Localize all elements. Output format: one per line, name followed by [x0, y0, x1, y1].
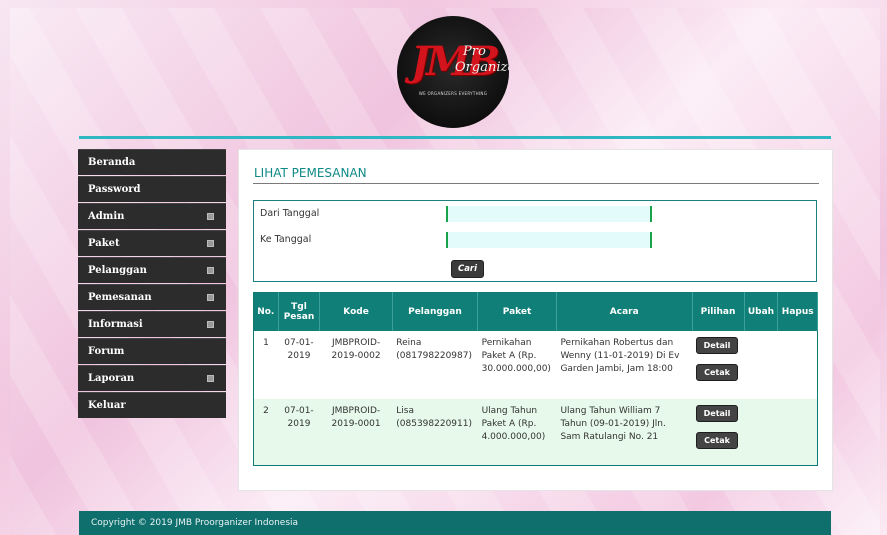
- column-header-acara: Acara: [556, 292, 693, 331]
- column-header-paket: Paket: [477, 292, 557, 331]
- title-divider: [253, 183, 819, 184]
- detail-button[interactable]: Detail: [696, 337, 739, 354]
- cetak-button[interactable]: Cetak: [696, 364, 739, 381]
- main-panel: LIHAT PEMESANAN Dari Tanggal Ke Tanggal …: [238, 149, 833, 491]
- cell-pilihan: Detail Cetak: [692, 399, 744, 466]
- table-row: 2 07-01-2019 JMBPROID-2019-0001 Lisa (08…: [253, 399, 818, 466]
- sidebar-item-keluar[interactable]: Keluar: [78, 392, 226, 418]
- column-header-kode: Kode: [319, 292, 393, 331]
- cell-pelanggan: Lisa (085398220911): [392, 399, 478, 466]
- column-header-hapus: Hapus: [777, 292, 818, 331]
- sidebar-item-label: Laporan: [88, 373, 135, 384]
- sidebar-item-beranda[interactable]: Beranda: [78, 149, 226, 175]
- sidebar-item-label: Admin: [88, 211, 125, 222]
- table-header-row: No. Tgl Pesan Kode Pelanggan Paket Acara…: [253, 292, 818, 331]
- sidebar-item-label: Beranda: [88, 157, 136, 168]
- column-header-pelanggan: Pelanggan: [392, 292, 479, 331]
- orders-table: No. Tgl Pesan Kode Pelanggan Paket Acara…: [253, 292, 818, 466]
- column-header-no: No.: [253, 292, 279, 331]
- submenu-arrow-icon: [207, 240, 214, 247]
- cell-tgl-pesan: 07-01-2019: [278, 331, 320, 399]
- page-title: LIHAT PEMESANAN: [254, 166, 367, 180]
- sidebar-item-informasi[interactable]: Informasi: [78, 311, 226, 337]
- sidebar-item-paket[interactable]: Paket: [78, 230, 226, 256]
- cetak-button[interactable]: Cetak: [696, 432, 739, 449]
- date-filter-form: Dari Tanggal Ke Tanggal Cari: [253, 200, 817, 282]
- cell-kode: JMBPROID-2019-0002: [319, 331, 393, 399]
- column-header-tgl-pesan: Tgl Pesan: [278, 292, 321, 331]
- to-date-input[interactable]: [446, 232, 652, 248]
- submenu-arrow-icon: [207, 267, 214, 274]
- sidebar-item-forum[interactable]: Forum: [78, 338, 226, 364]
- cell-ubah: [744, 399, 778, 466]
- to-date-label: Ke Tanggal: [260, 234, 312, 245]
- from-date-input[interactable]: [446, 206, 652, 222]
- sidebar-item-label: Keluar: [88, 400, 126, 411]
- sidebar-item-pemesanan[interactable]: Pemesanan: [78, 284, 226, 310]
- cell-pelanggan: Reina (081798220987): [392, 331, 478, 399]
- sidebar-menu: Beranda Password Admin Paket Pelanggan P…: [78, 149, 226, 419]
- sidebar-item-label: Forum: [88, 346, 125, 357]
- cell-hapus: [777, 399, 818, 466]
- from-date-label: Dari Tanggal: [260, 208, 320, 219]
- logo-line-2: Organizer: [455, 60, 509, 75]
- cell-pilihan: Detail Cetak: [692, 331, 744, 399]
- logo-tagline: WE ORGANIZERS EVERYTHING: [418, 91, 488, 96]
- cell-no: 1: [253, 331, 279, 399]
- header-divider: [79, 136, 831, 139]
- cell-ubah: [744, 331, 778, 399]
- cell-hapus: [777, 331, 818, 399]
- cell-acara: Pernikahan Robertus dan Wenny (11-01-201…: [556, 331, 693, 399]
- submenu-arrow-icon: [207, 213, 214, 220]
- submenu-arrow-icon: [207, 375, 214, 382]
- cell-no: 2: [253, 399, 279, 466]
- sidebar-item-label: Pelanggan: [88, 265, 147, 276]
- sidebar-item-label: Pemesanan: [88, 292, 152, 303]
- column-header-pilihan: Pilihan: [692, 292, 745, 331]
- sidebar-item-laporan[interactable]: Laporan: [78, 365, 226, 391]
- submenu-arrow-icon: [207, 321, 214, 328]
- submenu-arrow-icon: [207, 294, 214, 301]
- column-header-ubah: Ubah: [744, 292, 779, 331]
- brand-logo: JMB Pro Organizer WE ORGANIZERS EVERYTHI…: [397, 16, 509, 128]
- sidebar-item-pelanggan[interactable]: Pelanggan: [78, 257, 226, 283]
- sidebar-item-label: Informasi: [88, 319, 143, 330]
- cell-acara: Ulang Tahun William 7 Tahun (09-01-2019)…: [556, 399, 693, 466]
- sidebar-item-admin[interactable]: Admin: [78, 203, 226, 229]
- table-row: 1 07-01-2019 JMBPROID-2019-0002 Reina (0…: [253, 331, 818, 399]
- copyright-text: Copyright © 2019 JMB Proorganizer Indone…: [91, 518, 299, 528]
- cell-kode: JMBPROID-2019-0001: [319, 399, 393, 466]
- search-button[interactable]: Cari: [451, 260, 484, 278]
- detail-button[interactable]: Detail: [696, 405, 739, 422]
- cell-paket: Ulang Tahun Paket A (Rp. 4.000.000,00): [477, 399, 557, 466]
- page-footer: Copyright © 2019 JMB Proorganizer Indone…: [79, 511, 831, 535]
- cell-paket: Pernikahan Paket A (Rp. 30.000.000,00): [477, 331, 557, 399]
- cell-tgl-pesan: 07-01-2019: [278, 399, 320, 466]
- sidebar-item-label: Password: [88, 184, 141, 195]
- logo-line-1: Pro: [463, 44, 486, 59]
- sidebar-item-password[interactable]: Password: [78, 176, 226, 202]
- sidebar-item-label: Paket: [88, 238, 120, 249]
